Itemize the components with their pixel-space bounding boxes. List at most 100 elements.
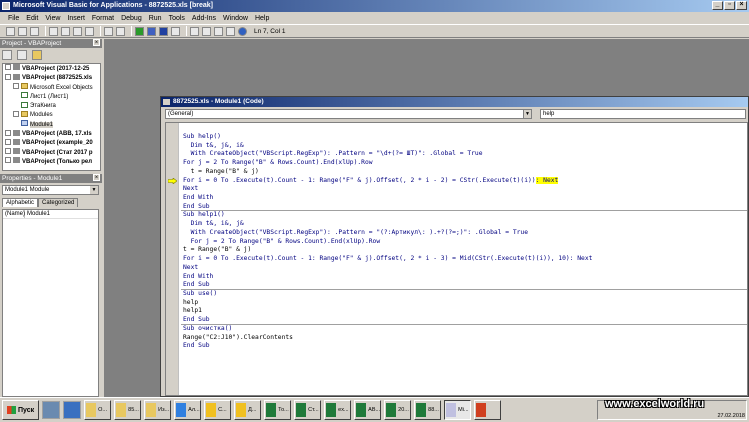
menu-add-ins[interactable]: Add-Ins [192,15,216,22]
code-line[interactable]: Dim t&, i&, j& [181,220,747,229]
properties-window-icon[interactable] [202,26,211,36]
code-line[interactable]: For i = 0 To .Execute(t).Count - 1: Rang… [181,255,747,264]
menu-format[interactable]: Format [92,15,114,22]
taskbar-button[interactable]: О... [84,400,112,420]
menu-help[interactable]: Help [255,15,269,22]
menu-run[interactable]: Run [149,15,162,22]
menu-tools[interactable]: Tools [169,15,185,22]
taskbar-button[interactable]: Ст... [294,400,322,420]
code-line[interactable]: End With [181,194,747,203]
tab-categorized[interactable]: Categorized [38,198,79,207]
object-combo[interactable]: (General) ▼ [165,109,532,119]
project-close-icon[interactable]: × [93,39,100,46]
object-browser-icon[interactable] [214,26,223,36]
taskbar-button[interactable]: 88... [414,400,442,420]
view-object-icon[interactable] [17,50,27,60]
code-line[interactable]: Sub help1() [181,211,747,220]
expand-box-icon[interactable] [13,83,19,90]
toggle-folders-icon[interactable] [32,50,42,60]
expand-box-icon[interactable] [5,129,11,136]
taskbar-button[interactable] [474,400,502,420]
switch-windows-icon[interactable] [63,401,82,419]
tab-alphabetic[interactable]: Alphabetic [2,198,39,207]
code-line[interactable]: For j = 2 To Range("B" & Rows.Count).End… [181,159,747,168]
code-line[interactable]: End Sub [181,316,747,325]
menu-debug[interactable]: Debug [121,15,142,22]
code-line[interactable]: Dim t&, j&, i& [181,142,747,151]
run-icon[interactable] [135,26,144,36]
show-desktop-icon[interactable] [42,401,61,419]
code-line[interactable]: Sub очистка() [181,325,747,334]
paste-icon[interactable] [73,26,82,36]
tree-item[interactable]: VBAProject (Только рел [3,157,100,167]
expand-box-icon[interactable] [5,138,11,145]
code-line[interactable]: With CreateObject("VBScript.RegExp"): .P… [181,150,747,159]
cut-icon[interactable] [49,26,58,36]
reset-icon[interactable] [159,26,168,36]
code-margin[interactable] [166,123,179,395]
taskbar-button[interactable]: Из... [144,400,172,420]
help-icon[interactable] [238,26,247,36]
menu-file[interactable]: File [8,15,19,22]
taskbar-button[interactable]: AB... [354,400,382,420]
code-line[interactable]: End Sub [181,281,747,290]
redo-icon[interactable] [116,26,125,36]
code-line[interactable]: For i = 0 To .Execute(t).Count - 1: Rang… [181,176,747,186]
taskbar-button[interactable]: Mi... [444,400,472,420]
minimize-button[interactable]: _ [712,1,723,10]
insert-module-icon[interactable] [18,26,27,36]
restore-button[interactable]: ▫ [724,1,735,10]
property-row[interactable]: (Name) Module1 [3,210,98,219]
view-code-icon[interactable] [2,50,12,60]
code-line[interactable]: Range("C2:J10").ClearContents [181,334,747,343]
toolbox-icon[interactable] [226,26,235,36]
expand-box-icon[interactable] [5,64,11,71]
code-line[interactable]: help1 [181,307,747,316]
taskbar-button[interactable]: 85... [114,400,142,420]
code-line[interactable]: For j = 2 To Range("B" & Rows.Count).End… [181,238,747,247]
break-icon[interactable] [147,26,156,36]
chevron-down-icon[interactable]: ▼ [90,186,98,194]
code-line[interactable]: End Sub [181,203,747,212]
property-value[interactable]: Module1 [25,210,50,218]
start-button[interactable]: Пуск [2,400,40,420]
tree-item[interactable]: Modules [3,110,100,120]
menu-view[interactable]: View [45,15,60,22]
code-line[interactable]: t = Range("B" & j) [181,246,747,255]
save-icon[interactable] [30,26,39,36]
code-line[interactable]: End With [181,273,747,282]
close-button[interactable]: × [736,1,747,10]
menu-insert[interactable]: Insert [67,15,85,22]
code-line[interactable]: End Sub [181,342,747,351]
expand-box-icon[interactable] [5,148,11,155]
undo-icon[interactable] [104,26,113,36]
code-editor[interactable]: Sub help() Dim t&, j&, i& With CreateObj… [165,122,748,396]
code-line[interactable]: Next [181,264,747,273]
copy-icon[interactable] [61,26,70,36]
menu-window[interactable]: Window [223,15,248,22]
expand-box-icon[interactable] [5,73,11,80]
taskbar-button[interactable]: Д... [234,400,262,420]
code-line[interactable]: help [181,299,747,308]
taskbar-button[interactable]: Ал... [174,400,202,420]
project-explorer-icon[interactable] [190,26,199,36]
code-line[interactable]: Next [181,185,747,194]
expand-box-icon[interactable] [13,110,19,117]
tree-item[interactable]: Microsoft Excel Objects [3,83,100,93]
find-icon[interactable] [85,26,94,36]
tree-item[interactable]: Лист1 (Лист1) [3,92,100,102]
menu-edit[interactable]: Edit [26,15,38,22]
taskbar-button[interactable]: С... [204,400,232,420]
code-line[interactable]: Sub help() [181,133,747,142]
taskbar-button[interactable]: То... [264,400,292,420]
properties-object-select[interactable]: Module1 Module ▼ [2,185,99,195]
taskbar-button[interactable]: ex... [324,400,352,420]
code-line[interactable]: Sub use() [181,290,747,299]
taskbar-button[interactable]: 20... [384,400,412,420]
properties-close-icon[interactable]: × [93,174,100,181]
view-excel-icon[interactable] [6,26,15,36]
expand-box-icon[interactable] [5,157,11,164]
code-line[interactable]: With CreateObject("VBScript.RegExp"): .P… [181,229,747,238]
procedure-combo[interactable]: help [540,109,746,119]
chevron-down-icon[interactable]: ▼ [523,110,531,118]
